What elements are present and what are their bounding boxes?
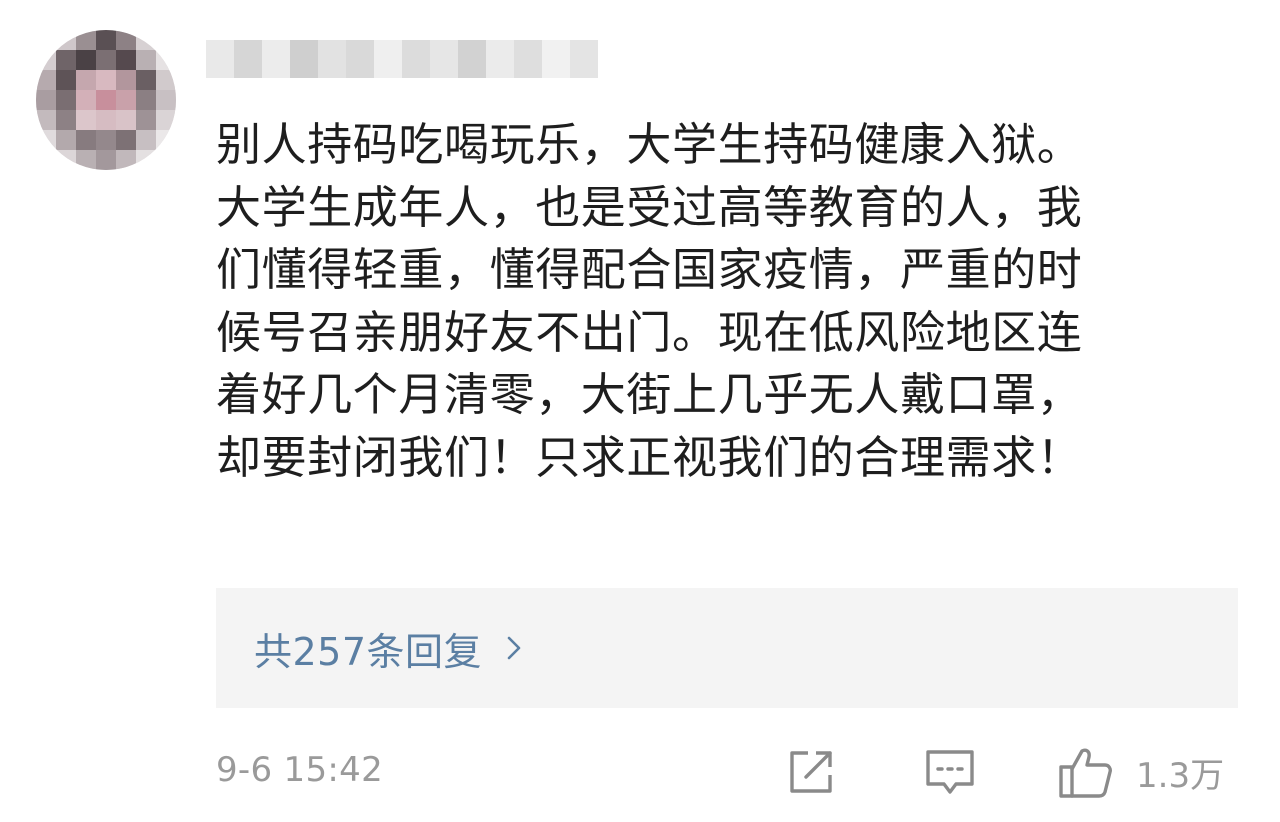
like-button[interactable]: 1.3万 (1058, 744, 1224, 800)
username-pixel (346, 40, 374, 78)
comment-button[interactable] (924, 744, 976, 800)
avatar-pixel (76, 50, 96, 70)
avatar-pixel (36, 70, 56, 90)
username-pixel (570, 40, 598, 78)
avatar-pixel (96, 70, 116, 90)
like-count: 1.3万 (1136, 755, 1225, 796)
avatar-pixel (156, 150, 176, 170)
avatar-pixel (56, 110, 76, 130)
chevron-right-icon (502, 636, 526, 660)
avatar-pixel (96, 150, 116, 170)
avatar-pixel (136, 90, 156, 110)
avatar-pixel (56, 70, 76, 90)
avatar-pixel (36, 90, 56, 110)
username-pixel (206, 40, 234, 78)
avatar-pixel (136, 110, 156, 130)
avatar-pixel (116, 130, 136, 150)
avatar-pixel (36, 150, 56, 170)
avatar-pixel (116, 90, 136, 110)
username-pixel (234, 40, 262, 78)
avatar-pixel (136, 70, 156, 90)
username-pixel (290, 40, 318, 78)
avatar-pixel (56, 130, 76, 150)
avatar-pixel (36, 130, 56, 150)
comment-text: 别人持码吃喝玩乐，大学生持码健康入狱。 大学生成年人，也是受过高等教育的人，我 … (216, 114, 1246, 490)
username-pixel (262, 40, 290, 78)
comment-icon (924, 746, 976, 798)
avatar-pixel (156, 130, 176, 150)
avatar-pixel (76, 70, 96, 90)
username-blurred[interactable] (206, 40, 598, 78)
comment-line: 大学生成年人，也是受过高等教育的人，我 (216, 180, 1083, 234)
avatar-pixel (116, 50, 136, 70)
avatar-pixel (156, 50, 176, 70)
comment-card: 别人持码吃喝玩乐，大学生持码健康入狱。 大学生成年人，也是受过高等教育的人，我 … (0, 0, 1280, 822)
comment-line: 们懂得轻重，懂得配合国家疫情，严重的时 (216, 243, 1083, 297)
reply-count-label: 共257条回复 (254, 629, 483, 674)
avatar-pixel (76, 150, 96, 170)
username-pixel (374, 40, 402, 78)
avatar-pixel (116, 150, 136, 170)
avatar-pixel (136, 50, 156, 70)
username-pixel (514, 40, 542, 78)
comment-line: 候号召亲朋好友不出门。现在低风险地区连 (216, 305, 1083, 359)
thumbs-up-icon (1058, 745, 1114, 799)
avatar-pixel (56, 150, 76, 170)
avatar-pixel (136, 130, 156, 150)
avatar-pixel (56, 90, 76, 110)
avatar-pixel (76, 130, 96, 150)
avatar-pixel (36, 110, 56, 130)
avatar-pixel (76, 110, 96, 130)
avatar-pixel (156, 30, 176, 50)
avatar-pixel (116, 110, 136, 130)
avatar-pixel (96, 50, 116, 70)
username-pixel (486, 40, 514, 78)
avatar[interactable] (36, 30, 176, 170)
avatar-pixel (136, 150, 156, 170)
comment-line: 却要封闭我们！只求正视我们的合理需求！ (216, 430, 1083, 484)
username-pixel (542, 40, 570, 78)
share-icon (786, 747, 836, 797)
avatar-pixel (96, 30, 116, 50)
avatar-pixel (96, 130, 116, 150)
comment-footer: 9-6 15:42 1.3万 (216, 744, 1246, 800)
share-button[interactable] (786, 744, 836, 800)
avatar-pixel (36, 50, 56, 70)
avatar-pixel (156, 90, 176, 110)
avatar-pixel (76, 30, 96, 50)
avatar-pixel (96, 90, 116, 110)
comment-line: 着好几个月清零，大街上几乎无人戴口罩， (216, 368, 1083, 422)
avatar-pixel (116, 70, 136, 90)
avatar-pixel (56, 50, 76, 70)
timestamp: 9-6 15:42 (216, 750, 384, 790)
comment-line: 别人持码吃喝玩乐，大学生持码健康入狱。 (216, 118, 1083, 171)
view-replies-button[interactable]: 共257条回复 (216, 588, 1238, 708)
avatar-pixel (136, 30, 156, 50)
avatar-pixel (156, 70, 176, 90)
avatar-pixel (96, 110, 116, 130)
username-pixel (318, 40, 346, 78)
avatar-pixel (76, 90, 96, 110)
avatar-pixel (116, 30, 136, 50)
avatar-pixel (156, 110, 176, 130)
username-pixel (402, 40, 430, 78)
username-pixel (430, 40, 458, 78)
avatar-pixel (36, 30, 56, 50)
username-pixel (458, 40, 486, 78)
avatar-pixel (56, 30, 76, 50)
